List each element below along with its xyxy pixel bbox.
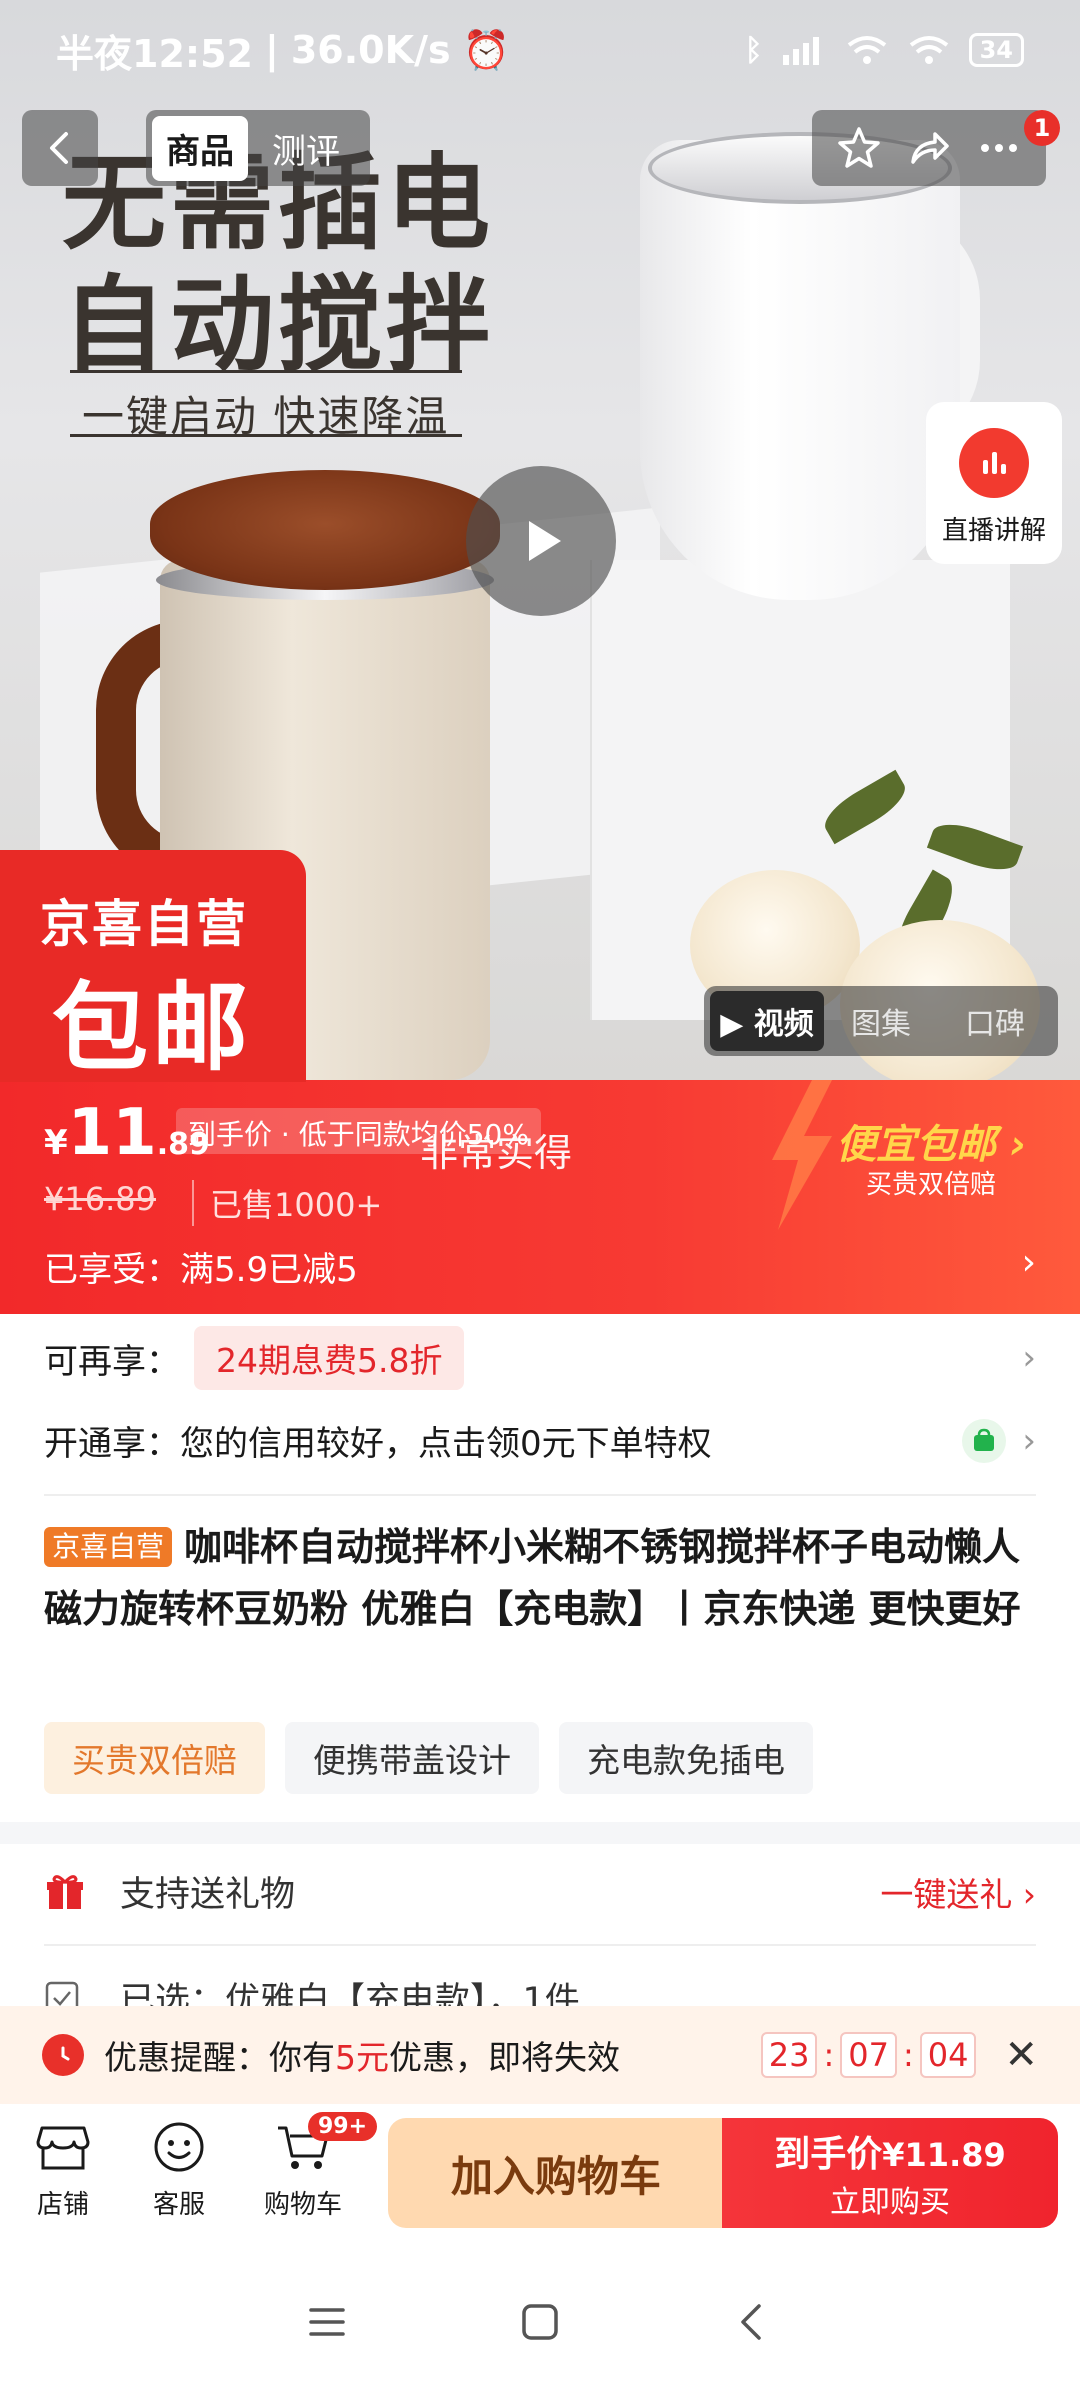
media-tab-gallery[interactable]: 图集	[824, 991, 938, 1051]
shop-button[interactable]: 店铺	[8, 2118, 118, 2221]
cart-badge: 99+	[308, 2112, 378, 2141]
add-to-cart-button[interactable]: 加入购物车	[388, 2118, 724, 2228]
buy-price: ¥11.89	[882, 2136, 1006, 2174]
signal-icon	[782, 37, 819, 65]
wifi-icon	[847, 36, 886, 64]
live-icon	[959, 428, 1029, 498]
service-label: 客服	[152, 2190, 205, 2220]
chevron-left-icon	[50, 132, 68, 164]
reminder-prefix: 优惠提醒：你有	[104, 2038, 335, 2077]
lightning-icon	[772, 1080, 832, 1230]
brown-mug-lid	[150, 470, 500, 590]
slogan-line2: 自动搅拌	[62, 264, 495, 386]
jx-title-tag: 京喜自营	[44, 1527, 173, 1567]
product-title: 京喜自营 咖啡杯自动搅拌杯小米糊不锈钢搅拌杯子电动懒人磁力旋转杯豆奶粉 优雅白【充…	[44, 1516, 1036, 1640]
buy-price-label: 到手价	[774, 2134, 883, 2175]
sold-count: 已售1000+	[192, 1180, 382, 1226]
network-speed: 36.0K/s	[290, 28, 451, 72]
installment-chip[interactable]: 24期息费5.8折	[194, 1326, 465, 1390]
tag-price-guarantee[interactable]: 买贵双倍赔	[44, 1722, 265, 1794]
battery-indicator: 34	[968, 33, 1024, 67]
live-explain-card[interactable]: 直播讲解	[926, 402, 1062, 564]
tab-review[interactable]: 测评	[258, 116, 354, 181]
more-icon[interactable]	[975, 124, 1023, 172]
close-icon[interactable]: ✕	[1004, 2032, 1038, 2078]
status-bar: 半夜12:52 | 36.0K/s ⏰ ᛒ 34	[0, 0, 1080, 100]
bottom-action-bar: 店铺 客服 99+ 购物车 加入购物车 到手价¥11.89 立即购买	[0, 2104, 1080, 2244]
bluetooth-icon: ᛒ	[744, 32, 763, 68]
countdown-seconds: 04	[919, 2032, 977, 2078]
open-benefit-row[interactable]: 开通享： 您的信用较好，点击领0元下单特权 ›	[44, 1416, 1036, 1465]
countdown-hours: 23	[760, 2032, 818, 2078]
gift-label: 支持送礼物	[120, 1875, 296, 1915]
store-icon	[36, 2126, 90, 2170]
media-tab-video[interactable]: ▶ 视频	[710, 991, 824, 1051]
share-icon[interactable]	[905, 124, 953, 172]
cart-button[interactable]: 99+ 购物车	[248, 2112, 378, 2221]
menu-icon[interactable]	[303, 2298, 351, 2346]
message-badge: 1	[1024, 110, 1060, 146]
cheap-shipping-title[interactable]: 便宜包邮 ›	[836, 1112, 1026, 1170]
slogan-rule-bottom	[70, 434, 462, 437]
play-icon	[529, 521, 561, 561]
buy-now-label: 立即购买	[830, 2185, 950, 2220]
chevron-right-icon[interactable]: ›	[1022, 1242, 1036, 1283]
product-hero-image[interactable]: 无需插电 自动搅拌 一键启动 快速降温 半夜12:52 | 36.0K/s ⏰ …	[0, 0, 1080, 1082]
tab-product[interactable]: 商品	[152, 115, 248, 181]
media-tab-reputation[interactable]: 口碑	[938, 991, 1052, 1051]
cheap-shipping-subtitle: 买贵双倍赔	[866, 1170, 997, 1200]
tag-portable-lid[interactable]: 便携带盖设计	[285, 1722, 539, 1794]
customer-service-button[interactable]: 客服	[124, 2118, 234, 2221]
star-icon[interactable]	[835, 124, 883, 172]
slogan-rule-top	[70, 370, 462, 373]
product-title-text: 咖啡杯自动搅拌杯小米糊不锈钢搅拌杯子电动懒人磁力旋转杯豆奶粉 优雅白【充电款】丨…	[44, 1525, 1021, 1631]
jx-self-operated-badge: 京喜自营 包邮	[0, 850, 306, 1082]
open-benefit-label: 开通享：	[44, 1424, 180, 1464]
open-benefit-text: 您的信用较好，点击领0元下单特权	[180, 1424, 712, 1464]
price-overlay-text: 非常实得	[420, 1131, 573, 1175]
wallet-icon	[962, 1418, 1007, 1463]
divider	[44, 1494, 1036, 1496]
countdown-timer: 23 : 07 : 04	[760, 2032, 977, 2078]
back-nav-icon[interactable]	[729, 2298, 777, 2346]
media-tabs: ▶ 视频 图集 口碑	[704, 986, 1058, 1056]
top-tabs: 商品 测评	[146, 110, 370, 186]
more-benefit-row[interactable]: 可再享： 24期息费5.8折 ›	[44, 1326, 1036, 1390]
reminder-amount: 5元	[335, 2038, 389, 2077]
countdown-minutes: 07	[840, 2032, 897, 2078]
promo-applied[interactable]: 已享受：满5.9已减5	[44, 1242, 358, 1291]
shop-label: 店铺	[36, 2190, 89, 2220]
top-actions	[812, 110, 1046, 186]
discount-reminder[interactable]: 优惠提醒：你有 5元 优惠，即将失效 23 : 07 : 04 ✕	[0, 2006, 1080, 2104]
wifi-icon	[909, 36, 948, 64]
product-tags: 买贵双倍赔 便携带盖设计 充电款免插电	[44, 1722, 813, 1794]
live-label: 直播讲解	[941, 516, 1046, 546]
buy-now-button[interactable]: 到手价¥11.89 立即购买	[722, 2118, 1058, 2228]
back-button[interactable]	[22, 110, 98, 186]
reminder-suffix: 优惠，即将失效	[389, 2038, 620, 2077]
price-banner: ¥ 11 .89 到手价 · 低于同款均价50% 非常实得 ¥16.89 已售1…	[0, 1080, 1080, 1314]
smile-icon	[154, 2122, 204, 2172]
gift-action[interactable]: 一键送礼 ›	[880, 1868, 1036, 1916]
more-benefit-label: 可再享：	[44, 1341, 180, 1382]
clock-icon	[42, 2034, 84, 2076]
alarm-icon: ⏰	[462, 27, 510, 72]
chevron-right-icon: ›	[1022, 1338, 1036, 1378]
cart-label: 购物车	[263, 2190, 342, 2220]
gift-icon	[47, 1874, 83, 1909]
white-mug	[640, 140, 960, 600]
jx-badge-line1: 京喜自营	[40, 895, 248, 953]
home-icon[interactable]	[516, 2298, 564, 2346]
system-nav-bar	[0, 2244, 1080, 2400]
divider	[44, 1944, 1036, 1946]
section-gap	[0, 1822, 1080, 1844]
play-video-button[interactable]	[466, 466, 616, 616]
chevron-right-icon: ›	[1022, 1420, 1036, 1461]
gift-row[interactable]: 支持送礼物 一键送礼 ›	[44, 1866, 1036, 1917]
original-price: ¥16.89	[44, 1180, 156, 1218]
tag-rechargeable[interactable]: 充电款免插电	[559, 1722, 813, 1794]
jx-badge-line2: 包邮	[52, 972, 252, 1082]
status-time: 半夜12:52	[56, 31, 253, 76]
